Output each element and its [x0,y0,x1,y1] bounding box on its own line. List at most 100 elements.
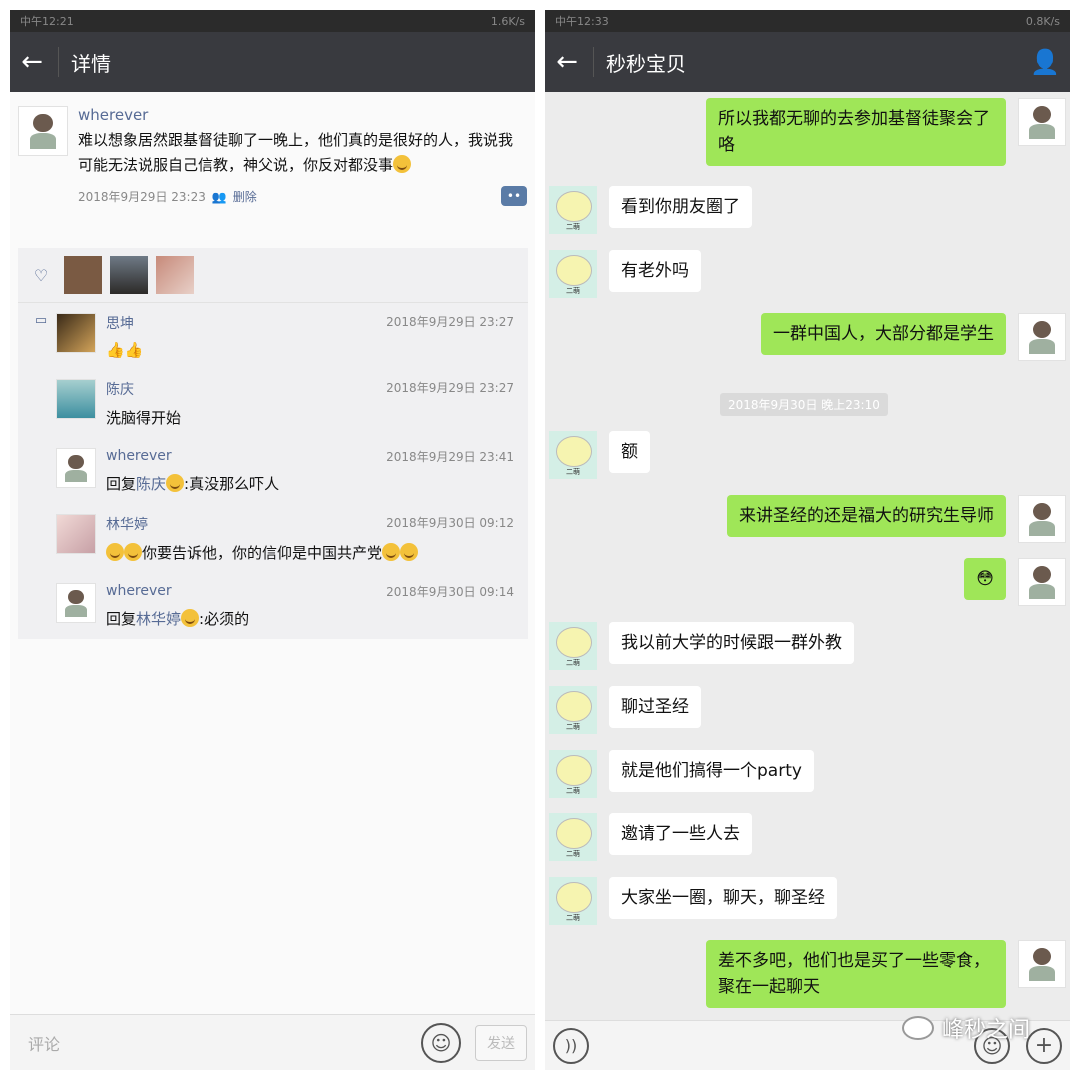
message-out[interactable]: 😳 [964,558,1066,606]
emoji-icon [382,543,401,561]
chat-timestamp: 2018年9月30日 晚上23:10 [720,393,888,416]
watermark: 峰秒之间 [901,1012,1030,1044]
message-bubble[interactable]: 大家坐一圈，聊天，聊圣经 [609,877,837,919]
voice-button[interactable]: )) [553,1027,589,1064]
message-bubble[interactable]: 所以我都无聊的去参加基督徒聚会了咯 [706,98,1006,166]
my-avatar[interactable] [1018,558,1066,606]
message-out[interactable]: 所以我都无聊的去参加基督徒聚会了咯 [706,98,1066,166]
comment-item[interactable]: wherever 2018年9月30日 09:14 回复林华婷:必须的 [18,573,528,639]
message-in[interactable]: 有老外吗 [549,250,701,298]
emoji-icon [166,474,185,492]
message-bubble[interactable]: 看到你朋友圈了 [609,186,752,228]
comment-item[interactable]: ▭ 思坤 2018年9月29日 23:27 👍👍 [18,303,528,369]
commenter-avatar[interactable] [56,448,96,488]
emoji-icon [124,543,142,561]
author-name[interactable]: wherever [78,106,527,124]
commenter-name[interactable]: 林华婷 [106,514,148,534]
comment-bar: 评论 ☺ 发送 [10,1014,535,1070]
heart-icon: ♡ [33,265,49,285]
send-button[interactable]: 发送 [475,1024,527,1061]
status-time: 中午12:33 [555,15,609,28]
watermark-text: 峰秒之间 [941,1018,1030,1043]
wechat-logo-icon [901,1016,934,1040]
comment-item[interactable]: 陈庆 2018年9月29日 23:27 洗脑得开始 [18,369,528,438]
message-bubble[interactable]: 我以前大学的时候跟一群外教 [609,622,854,664]
smile-icon: ☺ [430,1030,452,1055]
divider [593,47,594,77]
like-avatar[interactable] [64,256,102,294]
message-in[interactable]: 就是他们搞得一个party [549,750,814,798]
friends-visibility-icon: 👥 [211,189,227,204]
message-bubble[interactable]: 就是他们搞得一个party [609,750,814,792]
message-bubble[interactable]: 聊过圣经 [609,686,701,728]
comment-text: 你要告诉他，你的信仰是中国共产党 [106,542,514,563]
commenter-name[interactable]: 陈庆 [106,379,134,399]
emoji-icon [181,609,200,627]
contact-avatar[interactable] [549,622,597,670]
message-out[interactable]: 来讲圣经的还是福大的研究生导师 [727,495,1066,543]
laugh-emoji-icon [393,155,412,173]
reply-target[interactable]: 林华婷 [136,610,181,628]
comment-text: 洗脑得开始 [106,409,182,427]
message-in[interactable]: 邀请了一些人去 [549,813,752,861]
message-bubble[interactable]: 有老外吗 [609,250,701,292]
message-bubble[interactable]: 额 [609,431,650,473]
contact-avatar[interactable] [549,431,597,479]
title-bar: ← 详情 [10,32,535,92]
contact-info-button[interactable]: 👤 [1020,32,1070,92]
back-button[interactable]: ← [10,32,54,92]
back-arrow-icon: ← [556,47,578,77]
like-avatar[interactable] [110,256,148,294]
delete-link[interactable]: 删除 [233,188,257,205]
comment-input[interactable]: 评论 [18,1031,421,1055]
emoji-icon [400,543,419,561]
plus-icon: + [1034,1033,1054,1058]
status-bar: 中午12:21 1.6K/s [10,10,535,32]
author-avatar[interactable] [18,106,68,156]
like-avatar[interactable] [156,256,194,294]
message-bubble[interactable]: 差不多吧，他们也是买了一些零食，聚在一起聊天 [706,940,1006,1008]
comment-time: 2018年9月29日 23:27 [386,381,514,395]
my-avatar[interactable] [1018,940,1066,988]
comment-text: 👍👍 [106,341,144,359]
message-in[interactable]: 我以前大学的时候跟一群外教 [549,622,854,670]
message-in[interactable]: 大家坐一圈，聊天，聊圣经 [549,877,837,925]
contact-avatar[interactable] [549,813,597,861]
message-out[interactable]: 差不多吧，他们也是买了一些零食，聚在一起聊天 [706,940,1066,1008]
commenter-name[interactable]: 思坤 [106,313,134,333]
emoji-button[interactable]: ☺ [421,1022,461,1063]
my-avatar[interactable] [1018,495,1066,543]
contact-avatar[interactable] [549,877,597,925]
commenter-name[interactable]: wherever [106,448,172,465]
status-time: 中午12:21 [20,15,74,28]
comment-item[interactable]: 林华婷 2018年9月30日 09:12 你要告诉他，你的信仰是中国共产党 [18,504,528,573]
contact-avatar[interactable] [549,186,597,234]
message-in[interactable]: 聊过圣经 [549,686,701,734]
my-avatar[interactable] [1018,313,1066,361]
message-bubble[interactable]: 😳 [964,558,1006,600]
message-in[interactable]: 看到你朋友圈了 [549,186,752,234]
message-bubble[interactable]: 来讲圣经的还是福大的研究生导师 [727,495,1006,537]
commenter-avatar[interactable] [56,514,96,554]
message-bubble[interactable]: 一群中国人，大部分都是学生 [761,313,1006,355]
more-actions-button[interactable]: •• [501,186,527,206]
comment-time: 2018年9月29日 23:41 [386,450,514,464]
comment-time: 2018年9月30日 09:14 [386,585,514,599]
commenter-avatar[interactable] [56,313,96,353]
my-avatar[interactable] [1018,98,1066,146]
comment-item[interactable]: wherever 2018年9月29日 23:41 回复陈庆:真没那么吓人 [18,438,528,504]
message-out[interactable]: 一群中国人，大部分都是学生 [761,313,1066,361]
commenter-name[interactable]: wherever [106,583,172,600]
back-button[interactable]: ← [545,32,589,92]
contact-avatar[interactable] [549,250,597,298]
post-time: 2018年9月29日 23:23 [78,190,206,204]
commenter-avatar[interactable] [56,583,96,623]
contact-avatar[interactable] [549,750,597,798]
voice-icon: )) [564,1036,578,1055]
more-button[interactable]: + [1026,1027,1062,1064]
reply-target[interactable]: 陈庆 [136,475,166,493]
message-bubble[interactable]: 邀请了一些人去 [609,813,752,855]
commenter-avatar[interactable] [56,379,96,419]
message-in[interactable]: 额 [549,431,650,479]
contact-avatar[interactable] [549,686,597,734]
